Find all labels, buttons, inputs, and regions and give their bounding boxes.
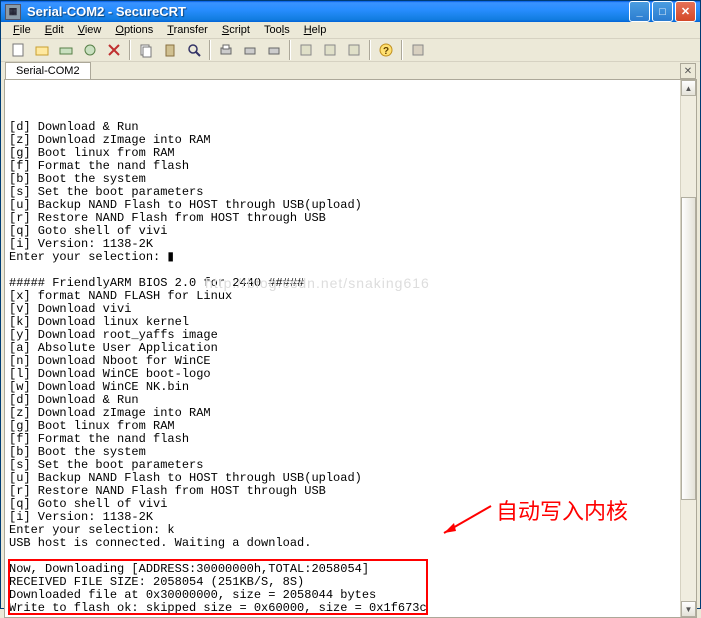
vertical-scrollbar[interactable]: ▲ ▼ [680, 80, 696, 617]
close-button[interactable]: ✕ [675, 1, 696, 22]
toolbar-separator [369, 40, 371, 60]
menubar: File Edit View Options Transfer Script T… [1, 22, 700, 39]
app-icon: ▦ [5, 4, 21, 20]
print-screen-button[interactable] [239, 39, 261, 61]
paste-button[interactable] [159, 39, 181, 61]
scroll-track[interactable] [681, 96, 696, 601]
help-button[interactable]: ? [375, 39, 397, 61]
maximize-button[interactable]: □ [652, 1, 673, 22]
toolbar: ? [1, 39, 700, 62]
minimize-button[interactable]: _ [629, 1, 650, 22]
menu-transfer[interactable]: Transfer [161, 22, 214, 38]
menu-help[interactable]: Help [298, 22, 333, 38]
tabbar: Serial-COM2 ✕ [1, 62, 700, 79]
scroll-up-button[interactable]: ▲ [681, 80, 696, 96]
terminal-line: USB host is connected. Waiting a downloa… [9, 537, 676, 550]
copy-button[interactable] [135, 39, 157, 61]
toolbar-separator [209, 40, 211, 60]
print-button[interactable] [215, 39, 237, 61]
menu-options[interactable]: Options [109, 22, 159, 38]
new-session-button[interactable] [7, 39, 29, 61]
keymap-button[interactable] [343, 39, 365, 61]
window-controls: _ □ ✕ [629, 1, 696, 22]
quick-connect-button[interactable] [79, 39, 101, 61]
app-window: ▦ Serial-COM2 - SecureCRT _ □ ✕ File Edi… [0, 0, 701, 609]
toolbar-separator [129, 40, 131, 60]
print-selection-button[interactable] [263, 39, 285, 61]
annotation-text: 自动写入内核 [496, 494, 628, 526]
toolbar-separator [289, 40, 291, 60]
global-options-button[interactable] [319, 39, 341, 61]
terminal-panel: [d] Download & Run[z] Download zImage in… [4, 79, 697, 618]
svg-text:?: ? [383, 46, 389, 57]
about-button[interactable] [407, 39, 429, 61]
titlebar[interactable]: ▦ Serial-COM2 - SecureCRT _ □ ✕ [1, 1, 700, 22]
open-button[interactable] [31, 39, 53, 61]
menu-edit[interactable]: Edit [39, 22, 70, 38]
menu-file[interactable]: File [7, 22, 37, 38]
terminal-output[interactable]: [d] Download & Run[z] Download zImage in… [5, 80, 680, 617]
window-title: Serial-COM2 - SecureCRT [25, 4, 629, 19]
connect-button[interactable] [55, 39, 77, 61]
find-button[interactable] [183, 39, 205, 61]
scroll-down-button[interactable]: ▼ [681, 601, 696, 617]
disconnect-button[interactable] [103, 39, 125, 61]
terminal-line: Enter your selection: ▮ [9, 251, 676, 264]
menu-view[interactable]: View [72, 22, 108, 38]
session-options-button[interactable] [295, 39, 317, 61]
menu-tools[interactable]: Tools [258, 22, 296, 38]
scroll-thumb[interactable] [681, 197, 696, 500]
session-tab[interactable]: Serial-COM2 [5, 62, 91, 79]
menu-script[interactable]: Script [216, 22, 256, 38]
toolbar-separator [401, 40, 403, 60]
tab-close-button[interactable]: ✕ [680, 63, 696, 79]
